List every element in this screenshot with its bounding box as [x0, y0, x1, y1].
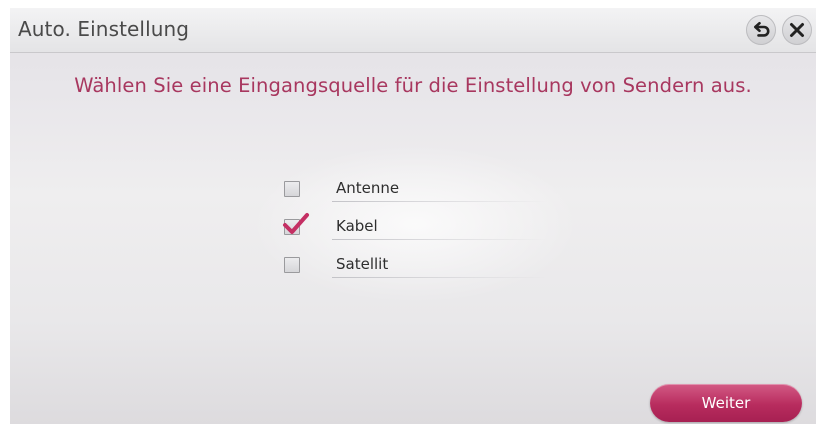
- option-satellit[interactable]: Satellit: [284, 248, 554, 280]
- checkbox-antenne[interactable]: [284, 181, 300, 197]
- option-kabel[interactable]: Kabel: [283, 210, 554, 242]
- window-title: Auto. Einstellung: [18, 17, 190, 41]
- checkmark-icon: [283, 213, 309, 234]
- close-button[interactable]: [782, 15, 812, 45]
- option-divider: [332, 201, 547, 202]
- close-icon: [790, 23, 804, 37]
- next-button[interactable]: Weiter: [650, 384, 802, 422]
- back-button[interactable]: [746, 15, 776, 45]
- option-label-satellit: Satellit: [336, 255, 389, 273]
- option-divider: [332, 277, 547, 278]
- tv-settings-screen: Auto. Einstellung Wählen Sie eine Eingan…: [10, 8, 816, 424]
- option-antenne[interactable]: Antenne: [284, 172, 554, 204]
- checkbox-satellit[interactable]: [284, 257, 300, 273]
- option-label-kabel: Kabel: [336, 217, 378, 235]
- title-bar: Auto. Einstellung: [10, 8, 816, 53]
- back-arrow-icon: [754, 21, 770, 37]
- instruction-text: Wählen Sie eine Eingangsquelle für die E…: [74, 74, 752, 97]
- option-divider: [332, 239, 547, 240]
- option-label-antenne: Antenne: [336, 179, 400, 197]
